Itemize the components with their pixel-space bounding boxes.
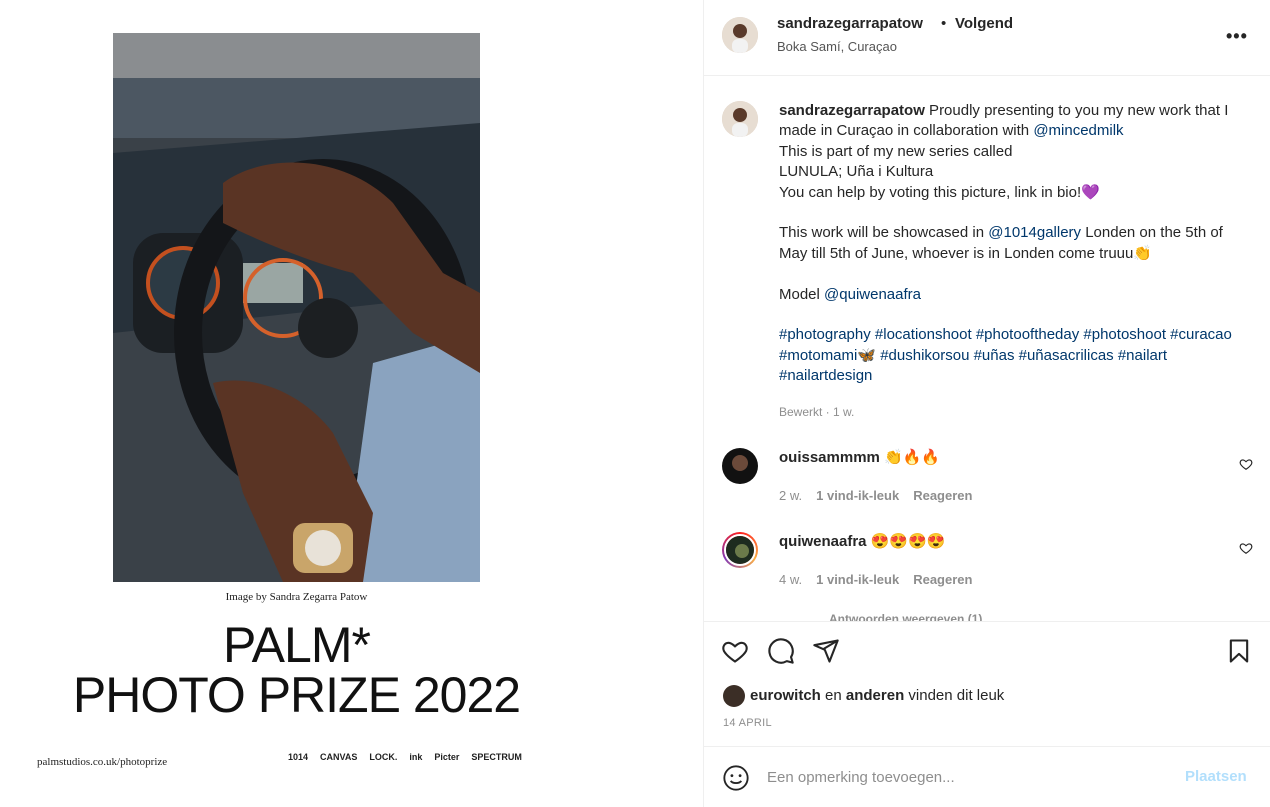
heart-icon[interactable] bbox=[1239, 541, 1253, 555]
view-replies-button[interactable]: Antwoorden weergeven (1) bbox=[829, 612, 982, 621]
caption-username[interactable]: sandrazegarrapatow bbox=[779, 102, 925, 119]
comment-item: ouissammmm 👏🔥🔥 2 w. 1 vind-ik-leuk Reage… bbox=[704, 448, 1270, 518]
sponsor-canvas: CANVAS bbox=[320, 752, 358, 762]
sponsor-ink: ink bbox=[409, 752, 423, 762]
caption-meta: Bewerkt · 1 w. bbox=[779, 405, 855, 419]
post-header: sandrazegarrapatow • Volgend Boka Samí, … bbox=[704, 0, 1270, 76]
comment-text: 👏🔥🔥 bbox=[879, 449, 941, 466]
caption-avatar[interactable] bbox=[722, 101, 758, 137]
comment-item: quiwenaafra 😍😍😍😍 4 w. 1 vind-ik-leuk Rea… bbox=[704, 532, 1270, 602]
comment-likes[interactable]: 1 vind-ik-leuk bbox=[816, 488, 899, 503]
bookmark-icon[interactable] bbox=[1225, 637, 1253, 665]
post-caption: sandrazegarrapatow Proudly presenting to… bbox=[779, 101, 1254, 387]
post-comment-button[interactable]: Plaatsen bbox=[1185, 768, 1247, 785]
commenter-avatar[interactable] bbox=[722, 532, 758, 568]
comment-text: 😍😍😍😍 bbox=[866, 533, 946, 550]
comment-meta: 2 w. 1 vind-ik-leuk Reageren bbox=[779, 488, 973, 503]
mention-link[interactable]: @1014gallery bbox=[988, 224, 1081, 241]
separator-dot: • bbox=[941, 15, 947, 32]
sponsor-picter: Picter bbox=[434, 752, 460, 762]
hashtags[interactable]: #photography #locationshoot #photoofthed… bbox=[779, 325, 1254, 386]
mention-link[interactable]: @quiwenaafra bbox=[824, 286, 921, 303]
photo-credit: Image by Sandra Zegarra Patow bbox=[225, 591, 368, 603]
post-side-panel: sandrazegarrapatow • Volgend Boka Samí, … bbox=[703, 0, 1270, 807]
comment-username[interactable]: quiwenaafra 😍😍😍😍 bbox=[779, 532, 945, 550]
add-comment-bar: Plaatsen bbox=[704, 747, 1270, 807]
location-link[interactable]: Boka Samí, Curaçao bbox=[777, 39, 897, 54]
post-photo bbox=[113, 33, 480, 582]
comment-meta: 4 w. 1 vind-ik-leuk Reageren bbox=[779, 572, 973, 587]
sponsor-lock: LOCK. bbox=[369, 752, 398, 762]
prize-title-line1: PALM* bbox=[223, 617, 371, 673]
comment-likes[interactable]: 1 vind-ik-leuk bbox=[816, 572, 899, 587]
likes-summary[interactable]: eurowitch en anderen vinden dit leuk bbox=[750, 687, 1004, 704]
sponsor-logos: 1014 CANVAS LOCK. ink Picter SPECTRUM bbox=[288, 752, 522, 762]
following-button[interactable]: Volgend bbox=[955, 15, 1013, 32]
comment-bubble-icon[interactable] bbox=[767, 637, 795, 665]
post-date[interactable]: 14 APRIL bbox=[723, 717, 772, 729]
header-username[interactable]: sandrazegarrapatow bbox=[777, 15, 923, 32]
reply-button[interactable]: Reageren bbox=[913, 572, 972, 587]
sponsor-1014: 1014 bbox=[288, 752, 309, 762]
emoji-icon[interactable] bbox=[722, 764, 750, 792]
mention-link[interactable]: @mincedmilk bbox=[1033, 122, 1123, 139]
heart-icon[interactable] bbox=[1239, 457, 1253, 471]
sponsor-spectrum: SPECTRUM bbox=[471, 752, 522, 762]
comment-input[interactable] bbox=[767, 765, 1167, 789]
prize-title-line2: PHOTO PRIZE 2022 bbox=[72, 667, 521, 723]
comment-username[interactable]: ouissammmm 👏🔥🔥 bbox=[779, 448, 940, 466]
avatar[interactable] bbox=[722, 17, 758, 53]
prize-url: palmstudios.co.uk/photoprize bbox=[37, 756, 168, 768]
comments-list[interactable]: sandrazegarrapatow Proudly presenting to… bbox=[704, 77, 1270, 621]
more-horizontal-icon[interactable]: ••• bbox=[1226, 26, 1248, 47]
reply-button[interactable]: Reageren bbox=[913, 488, 972, 503]
post-image[interactable]: Image by Sandra Zegarra Patow PALM* PHOT… bbox=[0, 0, 703, 807]
commenter-avatar[interactable] bbox=[722, 448, 758, 484]
share-send-icon[interactable] bbox=[812, 637, 840, 665]
like-heart-icon[interactable] bbox=[721, 637, 749, 665]
liker-avatar[interactable] bbox=[723, 685, 745, 707]
post-actions: eurowitch en anderen vinden dit leuk 14 … bbox=[704, 621, 1270, 747]
